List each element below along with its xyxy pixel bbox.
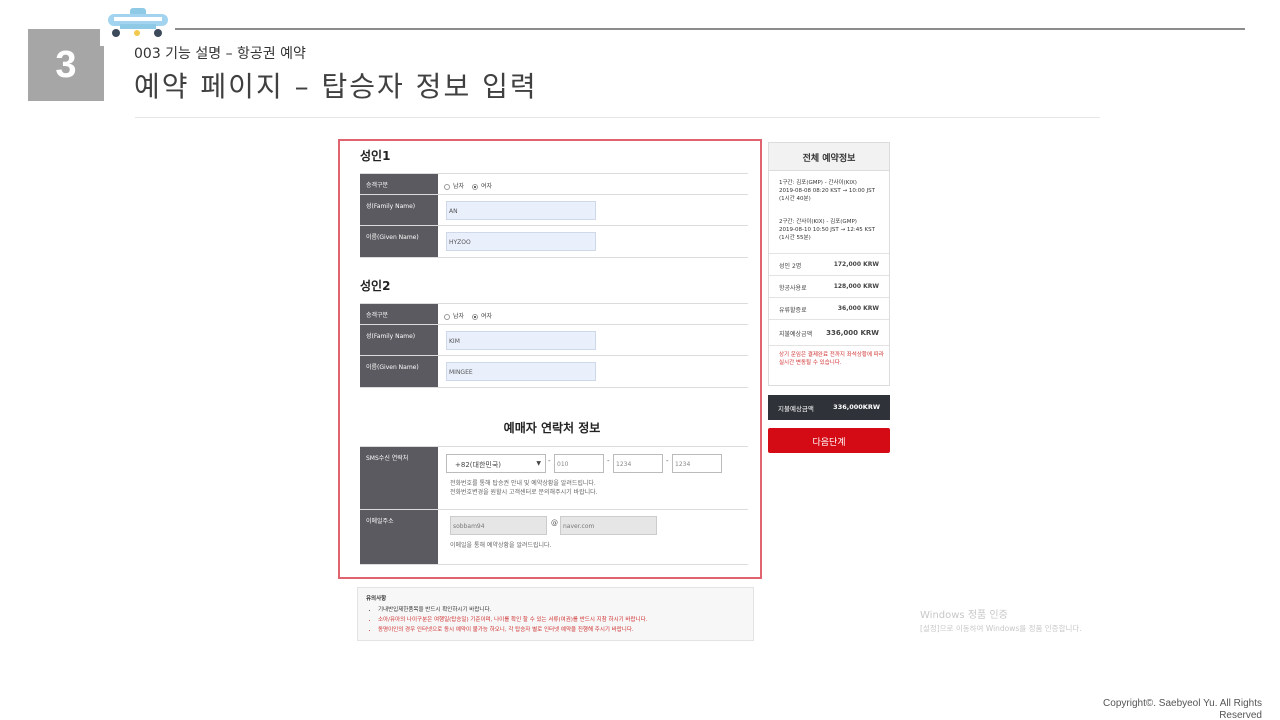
adult2-gender-row: 승객구분 남자 여자 <box>360 303 748 325</box>
leg2-time: 2019-08-10 10:50 JST → 12:45 KST <box>779 227 875 233</box>
payment-estimate-bar: 지불예상금액 336,000KRW <box>768 395 890 420</box>
watermark-line2: [설정]으로 이동하여 Windows를 정품 인증합니다. <box>920 624 1082 633</box>
email-row: 이메일주소 sobbam94 @ naver.com 이메일을 통해 예약상황을… <box>360 510 748 565</box>
summary-row-adults: 성인 2명 172,000 KRW <box>769 253 889 275</box>
adult1-family-row: 성(Family Name) AN <box>360 195 748 226</box>
adult1-male-radio[interactable] <box>444 183 450 190</box>
phone-dash: - <box>548 457 551 465</box>
email-domain-input[interactable]: naver.com <box>560 516 657 535</box>
slide-title: 예약 페이지 – 탑승자 정보 입력 <box>134 70 538 103</box>
summary-row-fuel: 유류할증료 36,000 KRW <box>769 297 889 319</box>
copyright-text: Copyright©. Saebyeol Yu. All Rights Rese… <box>1103 698 1262 720</box>
adult1-given-input[interactable]: HYZOO <box>446 232 596 251</box>
summary-row-label: 성인 2명 <box>779 263 802 270</box>
summary-row-value: 172,000 KRW <box>833 261 879 268</box>
notice-title: 유의사항 <box>366 596 387 602</box>
summary-row-value: 336,000 KRW <box>826 329 879 337</box>
phone-dash: - <box>666 457 669 465</box>
leg1-duration: (1시간 40분) <box>779 196 811 202</box>
notice-item: 소아/유아의 나이구분은 여행일(탑승일) 기준이며, 나이를 확인 할 수 있… <box>378 615 745 625</box>
summary-heading: 전체 예약정보 <box>769 143 889 171</box>
sms-row: SMS수신 연락처 +82(대한민국) ▼ - 010 - 1234 - 123… <box>360 446 748 510</box>
adult2-given-row: 이름(Given Name) MINGEE <box>360 356 748 388</box>
adult2-gender-label: 승객구분 <box>360 304 438 324</box>
notice-item: 기내반입제한품목을 반드시 확인하시기 바랍니다. <box>378 605 745 615</box>
email-at-sign: @ <box>551 519 558 527</box>
email-user-input[interactable]: sobbam94 <box>450 516 547 535</box>
adult1-female-radio[interactable] <box>471 183 478 190</box>
summary-row-total: 지불예상금액 336,000 KRW <box>769 319 889 345</box>
leg1-info: 1구간: 김포(GMP) - 간사이(KIX) 2019-08-08 08:20… <box>779 179 875 203</box>
adult2-family-row: 성(Family Name) KIM <box>360 325 748 356</box>
adult2-family-input[interactable]: KIM <box>446 331 596 350</box>
sms-label: SMS수신 연락처 <box>360 447 438 509</box>
slide-number: 3 <box>28 29 104 101</box>
summary-row-value: 128,000 KRW <box>833 283 879 290</box>
next-step-button[interactable]: 다음단계 <box>768 428 890 453</box>
adult1-female-label: 여자 <box>480 183 493 190</box>
adult2-male-label: 남자 <box>453 313 465 320</box>
adult2-given-input[interactable]: MINGEE <box>446 362 596 381</box>
adult1-given-row: 이름(Given Name) HYZOO <box>360 226 748 258</box>
chevron-down-icon: ▼ <box>536 460 541 467</box>
adult2-heading: 성인2 <box>360 279 391 293</box>
summary-row-value: 36,000 KRW <box>837 305 879 312</box>
adult1-family-input[interactable]: AN <box>446 201 596 220</box>
leg2-info: 2구간: 간사이(KIX) - 김포(GMP) 2019-08-10 10:50… <box>779 218 875 242</box>
adult1-male-label: 남자 <box>453 183 465 190</box>
slide-subtitle: 003 기능 설명 – 항공권 예약 <box>134 46 306 62</box>
adult1-given-label: 이름(Given Name) <box>360 226 438 257</box>
passenger-form-highlight: 성인1 승객구분 남자 여자 성(Family Name) AN 이름(Give… <box>338 139 762 579</box>
adult2-female-radio[interactable] <box>471 313 478 320</box>
airplane-icon <box>100 0 175 46</box>
summary-row-label: 유류할증료 <box>779 307 807 314</box>
adult1-heading: 성인1 <box>360 149 391 163</box>
reservation-summary-panel: 전체 예약정보 1구간: 김포(GMP) - 간사이(KIX) 2019-08-… <box>768 142 890 386</box>
email-label: 이메일주소 <box>360 510 438 564</box>
pay-label: 지불예상금액 <box>778 405 814 413</box>
phone-part1-input[interactable]: 010 <box>554 454 604 473</box>
notice-box: 유의사항 기내반입제한품목을 반드시 확인하시기 바랍니다. 소아/유아의 나이… <box>357 587 754 641</box>
summary-row-label: 항공사용료 <box>779 285 807 292</box>
leg2-route: 2구간: 간사이(KIX) - 김포(GMP) <box>779 219 857 225</box>
windows-activation-watermark: Windows 정품 인증 [설정]으로 이동하여 Windows를 정품 인증… <box>920 606 1082 634</box>
country-code-value: +82(대한민국) <box>455 461 501 469</box>
phone-part2-input[interactable]: 1234 <box>613 454 663 473</box>
sms-note-1: 전화번호를 통해 탑승권 안내 및 예약상황을 알려드립니다. <box>450 480 596 487</box>
country-code-select[interactable]: +82(대한민국) ▼ <box>446 454 546 473</box>
leg1-time: 2019-08-08 08:20 KST → 10:00 JST <box>779 188 875 194</box>
header-rule <box>175 28 1245 30</box>
phone-dash: - <box>607 457 610 465</box>
pay-value: 336,000KRW <box>833 403 880 411</box>
email-note: 이메일을 통해 예약상황을 알려드립니다. <box>450 542 552 549</box>
fare-warning: 상기 운임은 결제완료 전까지 좌석상황에 따라 실시간 변동될 수 있습니다. <box>779 352 884 366</box>
summary-divider <box>769 345 889 346</box>
adult1-family-label: 성(Family Name) <box>360 195 438 225</box>
adult1-gender-label: 승객구분 <box>360 174 438 194</box>
slide: 3 003 기능 설명 – 항공권 예약 예약 페이지 – 탑승자 정보 입력 … <box>0 0 1280 720</box>
adult2-family-label: 성(Family Name) <box>360 325 438 355</box>
adult2-given-label: 이름(Given Name) <box>360 356 438 387</box>
watermark-line1: Windows 정품 인증 <box>920 610 1008 621</box>
summary-row-label: 지불예상금액 <box>779 331 813 338</box>
adult1-gender-row: 승객구분 남자 여자 <box>360 173 748 195</box>
phone-part3-input[interactable]: 1234 <box>672 454 722 473</box>
notice-item: 동명이인의 경우 인터넷으로 동시 예약이 불가능 하오니, 각 탑승자 별로 … <box>378 625 745 635</box>
adult2-male-radio[interactable] <box>444 313 450 320</box>
leg2-duration: (1시간 55분) <box>779 235 811 241</box>
summary-row-airline-fee: 항공사용료 128,000 KRW <box>769 275 889 297</box>
adult2-female-label: 여자 <box>480 313 493 320</box>
notice-list: 기내반입제한품목을 반드시 확인하시기 바랍니다. 소아/유아의 나이구분은 여… <box>366 605 745 635</box>
sms-note-2: 전화번호변경을 원할시 고객센터로 문의해주시기 바랍니다. <box>450 489 598 496</box>
contact-heading: 예매자 연락처 정보 <box>503 421 601 435</box>
leg1-route: 1구간: 김포(GMP) - 간사이(KIX) <box>779 180 857 186</box>
